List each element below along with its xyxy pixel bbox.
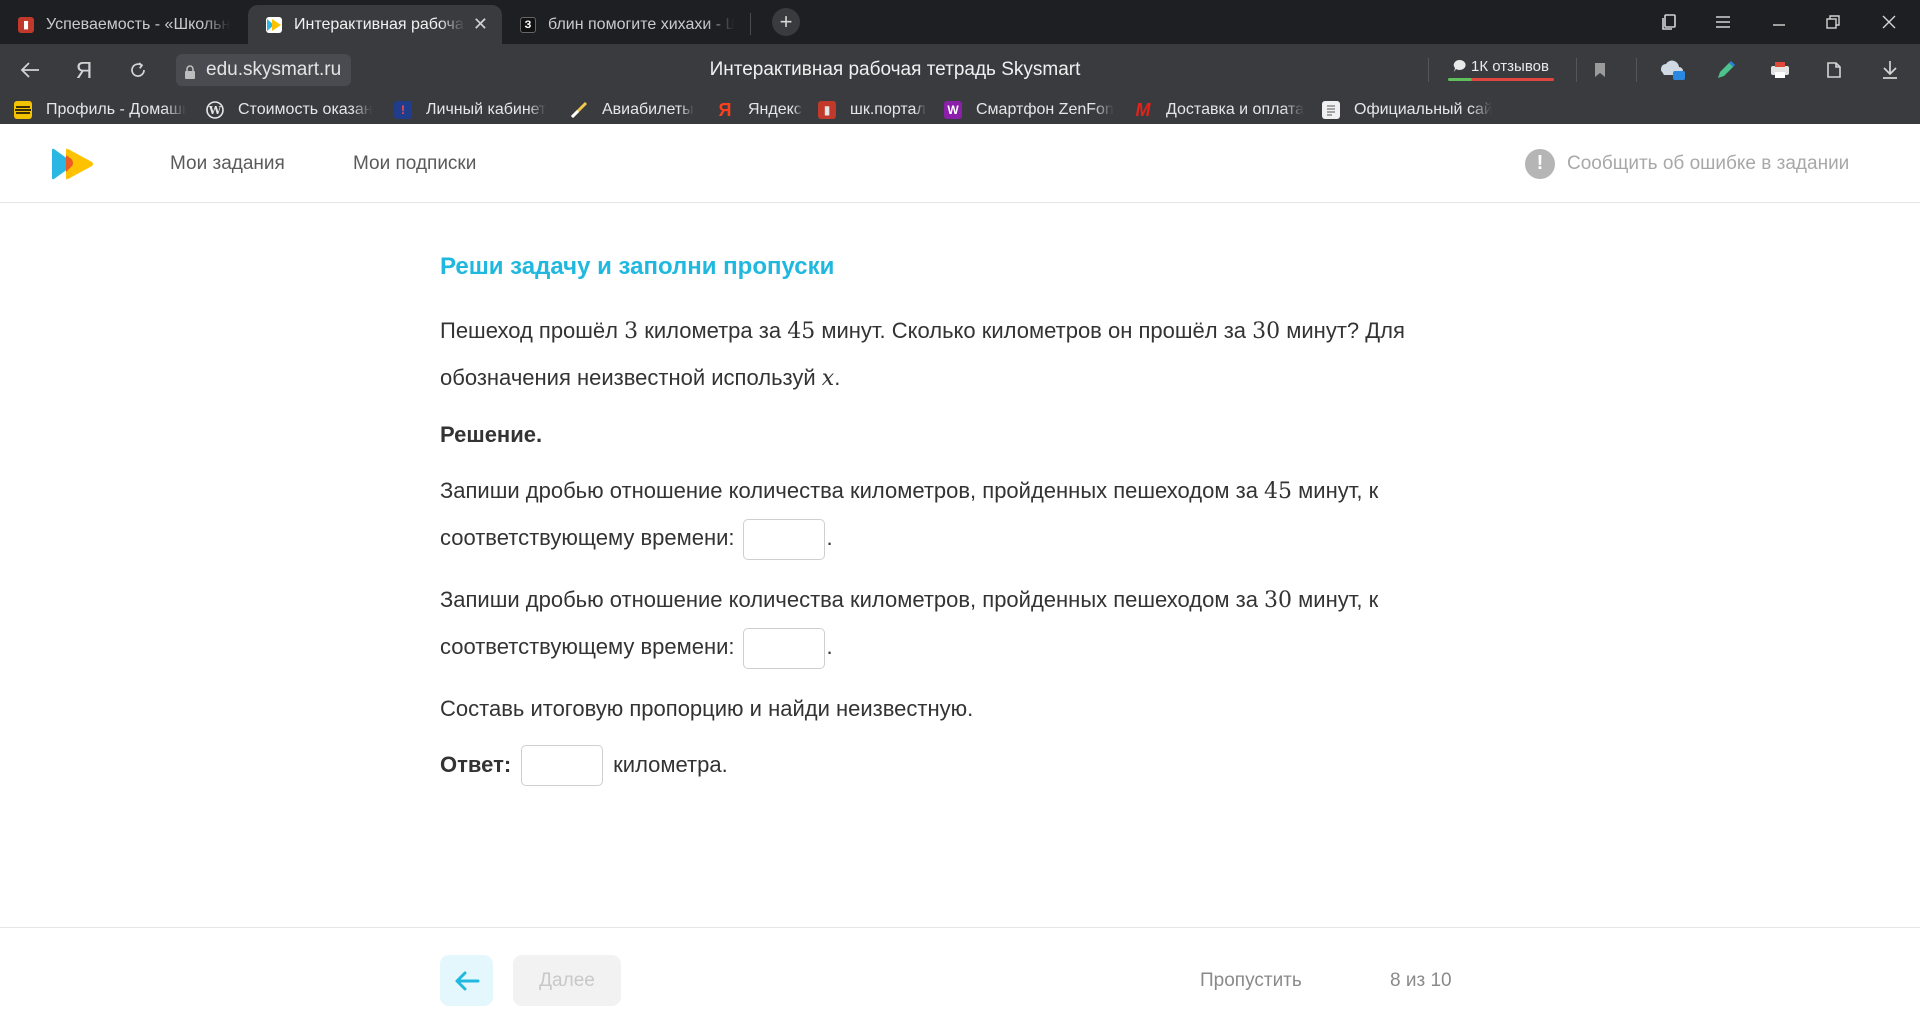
bookmark-wordpress[interactable]: W Стоимость оказания услуг xyxy=(206,96,372,124)
close-window-icon[interactable] xyxy=(1862,0,1916,44)
bookmark-wildberries[interactable]: W Смартфон ZenFone xyxy=(944,96,1114,124)
warning-icon: ! xyxy=(1525,148,1555,179)
answer-unit: километра. xyxy=(613,752,728,777)
plane-icon xyxy=(570,101,588,119)
school-portal-icon: ▮ xyxy=(18,16,34,33)
tab-znanija[interactable]: З блин помогите хихахи - Школьные Знания… xyxy=(502,5,748,44)
bookmark-mvideo[interactable]: M Доставка и оплата xyxy=(1134,96,1305,124)
skysmart-logo[interactable] xyxy=(52,148,94,180)
separator xyxy=(1636,58,1637,82)
close-tab-icon[interactable]: ✕ xyxy=(473,14,488,35)
bookmark-aviabilety[interactable]: Авиабилеты xyxy=(570,96,698,124)
school-portal-icon: ▮ xyxy=(818,101,836,119)
bookmark-cabinet[interactable]: ! Личный кабинет xyxy=(394,96,554,124)
wildberries-icon: W xyxy=(944,101,962,119)
pen-extension-icon[interactable] xyxy=(1704,44,1748,96)
task-title: Реши задачу и заполни пропуски xyxy=(440,253,835,280)
yandex-icon: Я xyxy=(718,99,732,120)
reviews-count: 1К отзывов xyxy=(1471,57,1549,75)
next-button[interactable]: Далее xyxy=(513,955,621,1006)
bookmark-yandex[interactable]: Я Яндекс xyxy=(716,96,806,124)
step-ratio-45: Запиши дробью отношение количества килом… xyxy=(440,468,1440,561)
comment-icon xyxy=(1453,59,1466,72)
menu-icon[interactable] xyxy=(1696,0,1750,44)
znanija-icon: З xyxy=(520,16,536,33)
cabinet-icon: ! xyxy=(394,101,412,119)
task-progress: 8 из 10 xyxy=(1390,969,1452,991)
bookmark-beeline[interactable]: Профиль - Домашний интернет xyxy=(14,96,186,124)
bookmark-icon[interactable] xyxy=(1578,44,1622,96)
bookmark-school-portal[interactable]: ▮ шк.портал xyxy=(818,96,928,124)
tab-skysmart[interactable]: Интерактивная рабочая тетрадь Skysmart ✕ xyxy=(248,5,502,44)
tab-separator xyxy=(750,13,751,35)
svg-text:W: W xyxy=(208,104,222,117)
new-tab-button[interactable]: + xyxy=(772,8,800,36)
collections-icon[interactable] xyxy=(1812,44,1856,96)
answer-row: Ответ: километра. xyxy=(440,742,1440,788)
separator xyxy=(1428,58,1429,82)
step-proportion: Составь итоговую пропорцию и найди неизв… xyxy=(440,696,974,721)
mvideo-icon: M xyxy=(1135,99,1151,120)
printer-extension-icon[interactable] xyxy=(1758,44,1802,96)
ratio-45-input[interactable] xyxy=(742,518,825,560)
report-error-link[interactable]: ! Сообщить об ошибке в задании xyxy=(1525,124,1849,203)
separator xyxy=(1576,58,1577,82)
minimize-icon[interactable] xyxy=(1752,0,1806,44)
bookmarks-bar: Профиль - Домашний интернет W Стоимость … xyxy=(0,96,1920,124)
solution-heading: Решение. xyxy=(440,422,543,447)
wordpress-icon: W xyxy=(206,101,224,119)
step-ratio-30: Запиши дробью отношение количества килом… xyxy=(440,577,1440,670)
beeline-icon xyxy=(14,101,32,119)
answer-label: Ответ: xyxy=(440,752,512,777)
problem-statement: Пешеход прошёл 3 километра за 45 минут. … xyxy=(440,318,1405,391)
nav-my-subscriptions[interactable]: Мои подписки xyxy=(353,124,476,203)
site-header: Мои задания Мои подписки ! Сообщить об о… xyxy=(0,124,1920,203)
bookmark-official-site[interactable]: Официальный сайт xyxy=(1322,96,1492,124)
previous-button[interactable] xyxy=(440,955,493,1006)
task-content: Реши задачу и заполни пропуски Пешеход п… xyxy=(440,250,1440,788)
browser-tab-bar: ▮ Успеваемость - «Школьный портал» Интер… xyxy=(0,0,1920,44)
restore-icon[interactable] xyxy=(1806,0,1860,44)
address-bar: Я edu.skysmart.ru Интерактивная рабочая … xyxy=(0,44,1920,96)
reviews-button[interactable]: 1К отзывов xyxy=(1448,53,1554,85)
tabs-collection-icon[interactable] xyxy=(1642,0,1696,44)
weather-icon[interactable] xyxy=(1650,44,1694,96)
download-icon[interactable] xyxy=(1868,44,1912,96)
tab-school-portal[interactable]: ▮ Успеваемость - «Школьный портал» xyxy=(0,5,244,44)
report-error-label: Сообщить об ошибке в задании xyxy=(1567,152,1850,174)
rating-line xyxy=(1448,77,1554,81)
skip-button[interactable]: Пропустить xyxy=(1200,955,1302,1006)
answer-input[interactable] xyxy=(521,744,604,786)
ratio-30-input[interactable] xyxy=(742,627,825,669)
nav-my-tasks[interactable]: Мои задания xyxy=(170,124,285,203)
skysmart-icon xyxy=(266,16,282,33)
document-icon xyxy=(1322,101,1340,119)
task-footer: Далее Пропустить 8 из 10 xyxy=(0,927,1920,1030)
back-arrow-icon xyxy=(455,971,479,990)
